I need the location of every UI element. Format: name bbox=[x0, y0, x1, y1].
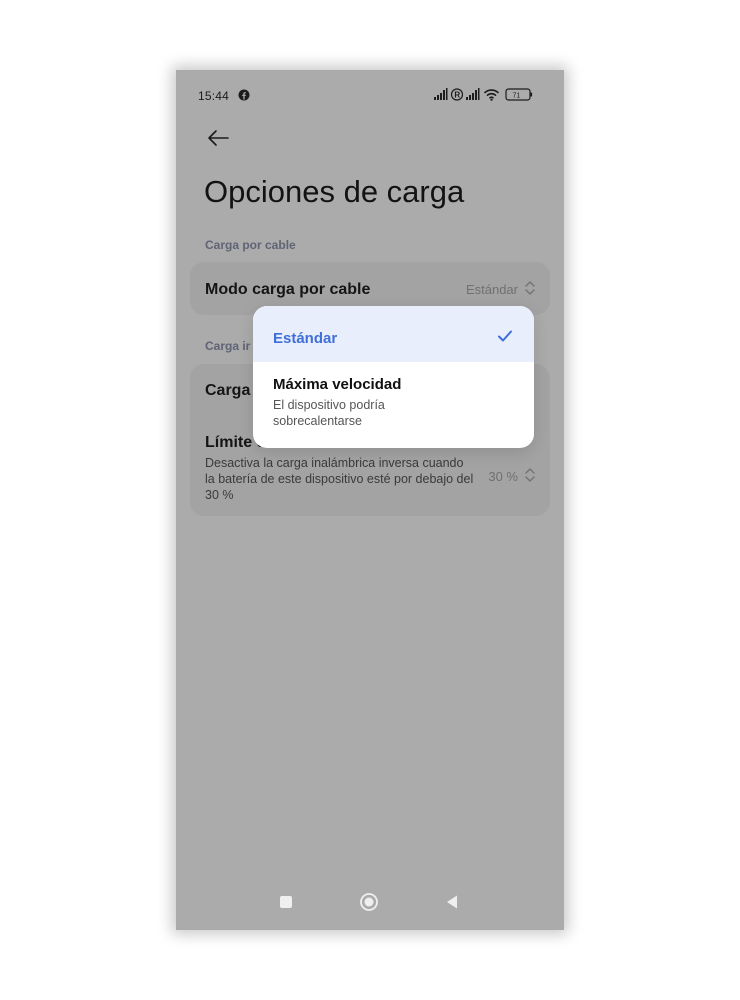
row-value: 30 % bbox=[488, 469, 518, 484]
row-subtitle: Desactiva la carga inalámbrica inversa c… bbox=[205, 456, 474, 502]
option-subtitle: El dispositivo podría sobrecalentarse bbox=[273, 398, 385, 428]
wifi-icon bbox=[484, 89, 499, 99]
svg-text:R: R bbox=[454, 90, 460, 99]
section-header-wired: Carga por cable bbox=[205, 238, 296, 252]
battery-icon: 71 bbox=[505, 88, 533, 101]
status-icons: R 71 bbox=[434, 88, 533, 101]
up-down-chevron-icon bbox=[525, 468, 535, 482]
battery-level: 71 bbox=[513, 92, 521, 99]
row-value: Estándar bbox=[465, 282, 518, 297]
charging-mode-dropdown: Estándar Máxima velocidad El dispositivo… bbox=[253, 306, 534, 448]
up-down-chevron-icon bbox=[525, 281, 535, 295]
status-time: 15:44 bbox=[198, 89, 230, 103]
option-label: Máxima velocidad bbox=[273, 376, 402, 393]
phone-screen: 15:44 R 71 Opciones de carga Carga por c… bbox=[176, 70, 564, 930]
checkmark-icon bbox=[498, 330, 512, 342]
page-title: Opciones de carga bbox=[204, 174, 465, 209]
facebook-icon bbox=[238, 89, 250, 101]
option-label: Estándar bbox=[273, 330, 338, 347]
row-title: Carga bbox=[205, 382, 251, 399]
status-bar: 15:44 R 71 bbox=[176, 70, 564, 120]
recents-icon[interactable] bbox=[280, 896, 292, 908]
signal-icon bbox=[434, 88, 448, 100]
home-icon[interactable] bbox=[360, 893, 378, 911]
signal-icon-2 bbox=[466, 88, 480, 100]
option-standard[interactable]: Estándar bbox=[253, 306, 534, 362]
row-title: Modo carga por cable bbox=[205, 281, 371, 298]
section-header-wireless: Carga ir bbox=[205, 339, 251, 353]
option-max-speed[interactable]: Máxima velocidad El dispositivo podría s… bbox=[253, 362, 534, 448]
back-nav-icon[interactable] bbox=[445, 894, 459, 910]
back-arrow-icon[interactable] bbox=[206, 128, 230, 148]
